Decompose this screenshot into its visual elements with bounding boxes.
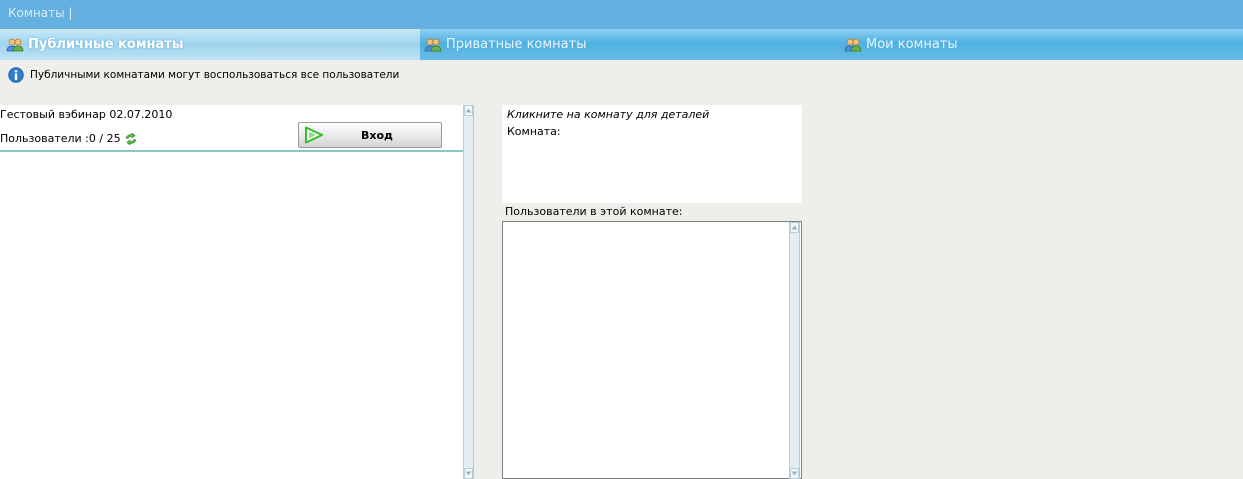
play-icon [305,126,323,144]
room-users-list[interactable] [502,221,802,479]
list-item[interactable]: Гестовый вэбинар 02.07.2010 Пользователи… [0,105,463,152]
tab-bar: Публичные комнаты Приватные комнаты Мои … [0,29,1243,60]
enter-room-button[interactable]: Вход [298,122,442,148]
tab-public-rooms[interactable]: Публичные комнаты [0,29,420,60]
users-icon [6,38,24,51]
room-users-count: Пользователи :0 / 25 [0,132,138,145]
tab-label: Публичные комнаты [28,37,184,52]
room-users-label: Пользователи :0 / 25 [0,132,121,145]
users-icon [844,38,862,51]
info-text: Публичными комнатами могут воспользовать… [30,69,400,81]
users-icon [424,38,442,51]
details-hint: Кликните на комнату для деталей [507,108,710,121]
tab-label: Мои комнаты [866,37,958,52]
arrow-up-icon [791,225,798,230]
tab-label: Приватные комнаты [446,37,587,52]
arrow-down-icon [465,471,472,476]
scroll-down-arrow[interactable] [790,468,799,479]
info-message: Публичными комнатами могут воспользовать… [8,66,399,84]
arrow-up-icon [465,108,472,113]
rooms-list: Гестовый вэбинар 02.07.2010 Пользователи… [0,105,463,479]
room-details-panel: Кликните на комнату для деталей Комната: [502,105,802,203]
users-in-room-label: Пользователи в этой комнате: [505,205,683,218]
tab-my-rooms[interactable]: Мои комнаты [844,29,958,60]
window-title: Комнаты | [8,6,73,20]
scroll-up-arrow[interactable] [464,105,473,116]
tab-private-rooms[interactable]: Приватные комнаты [424,29,587,60]
refresh-users-icon[interactable] [124,132,138,145]
scroll-up-arrow[interactable] [790,222,799,233]
scroll-down-arrow[interactable] [464,468,473,479]
arrow-down-icon [791,471,798,476]
info-icon [8,67,24,83]
window-title-bar: Комнаты | [0,0,1243,29]
users-scrollbar[interactable] [789,222,800,479]
enter-button-label: Вход [361,128,393,142]
rooms-scrollbar[interactable] [463,105,474,479]
room-name: Гестовый вэбинар 02.07.2010 [0,108,173,121]
room-label: Комната: [507,125,561,138]
